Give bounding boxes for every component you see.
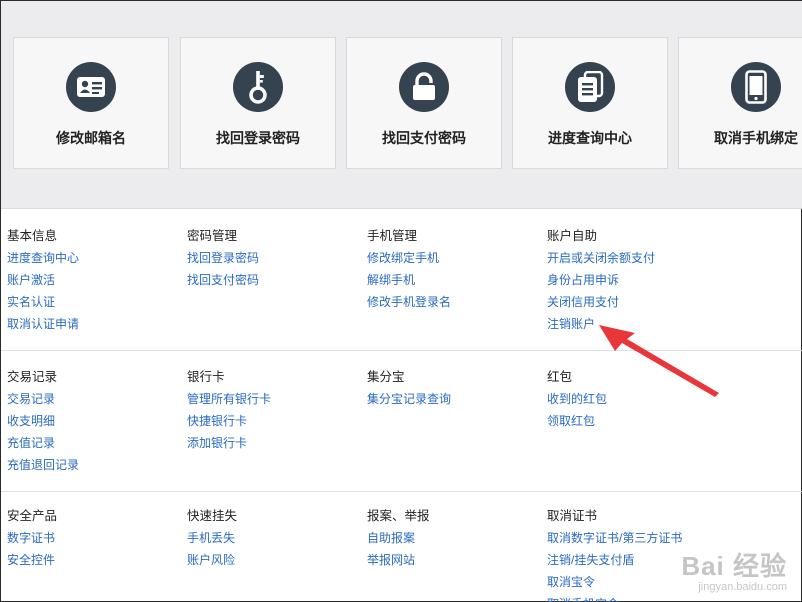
- id-card-icon: [66, 62, 116, 112]
- link-phone-lost[interactable]: 手机丢失: [187, 527, 367, 549]
- column-password: 密码管理 找回登录密码 找回支付密码: [187, 225, 367, 291]
- link-report-website[interactable]: 举报网站: [367, 549, 547, 571]
- card-label: 进度查询中心: [548, 130, 632, 146]
- column-title: 基本信息: [7, 229, 58, 243]
- link-add-bank-card[interactable]: 添加银行卡: [187, 432, 367, 454]
- column-bank-card: 银行卡 管理所有银行卡 快捷银行卡 添加银行卡: [187, 366, 367, 454]
- card-label: 修改邮箱名: [56, 130, 126, 146]
- link-recover-payment-password[interactable]: 找回支付密码: [187, 269, 367, 291]
- annotation-arrow-icon: [599, 325, 719, 397]
- watermark-url: jingyan.baidu.com: [698, 581, 787, 593]
- link-account-risk[interactable]: 账户风险: [187, 549, 367, 571]
- link-close-credit-payment[interactable]: 关闭信用支付: [547, 291, 727, 313]
- column-title: 集分宝: [367, 370, 405, 384]
- column-title: 手机管理: [367, 229, 418, 243]
- link-security-control[interactable]: 安全控件: [7, 549, 187, 571]
- quick-actions-band: 修改邮箱名 找回登录密码 找回支付密码 进度查询中心 取消手机绑定: [1, 1, 802, 209]
- column-title: 银行卡: [187, 370, 225, 384]
- card-recover-login-password[interactable]: 找回登录密码: [180, 37, 336, 169]
- column-title: 密码管理: [187, 229, 238, 243]
- link-transaction-records[interactable]: 交易记录: [7, 388, 187, 410]
- column-title: 安全产品: [7, 509, 58, 523]
- link-claim-red-packet[interactable]: 领取红包: [547, 410, 727, 432]
- link-digital-certificate[interactable]: 数字证书: [7, 527, 187, 549]
- column-title: 快速挂失: [187, 509, 238, 523]
- link-activate-account[interactable]: 账户激活: [7, 269, 187, 291]
- padlock-icon: [399, 62, 449, 112]
- link-identity-appeal[interactable]: 身份占用申诉: [547, 269, 727, 291]
- column-transactions: 交易记录 交易记录 收支明细 充值记录 充值退回记录: [7, 366, 187, 476]
- column-phone: 手机管理 修改绑定手机 解绑手机 修改手机登录名: [367, 225, 547, 313]
- link-manage-bank-cards[interactable]: 管理所有银行卡: [187, 388, 367, 410]
- card-progress-query[interactable]: 进度查询中心: [512, 37, 668, 169]
- link-income-expense[interactable]: 收支明细: [7, 410, 187, 432]
- link-self-report[interactable]: 自助报案: [367, 527, 547, 549]
- column-points: 集分宝 集分宝记录查询: [367, 366, 547, 410]
- link-recover-login-password[interactable]: 找回登录密码: [187, 247, 367, 269]
- link-modify-phone-login[interactable]: 修改手机登录名: [367, 291, 547, 313]
- baidu-jingyan-watermark: Bai 经验 jingyan.baidu.com: [681, 546, 787, 593]
- card-label: 取消手机绑定: [714, 130, 798, 146]
- column-title: 账户自助: [547, 229, 598, 243]
- link-quick-bank-card[interactable]: 快捷银行卡: [187, 410, 367, 432]
- card-recover-payment-password[interactable]: 找回支付密码: [346, 37, 502, 169]
- column-title: 报案、举报: [367, 509, 430, 523]
- documents-icon: [565, 62, 615, 112]
- link-recharge-records[interactable]: 充值记录: [7, 432, 187, 454]
- mobile-phone-icon: [731, 62, 781, 112]
- card-label: 找回登录密码: [216, 130, 300, 146]
- link-unbind-phone[interactable]: 解绑手机: [367, 269, 547, 291]
- column-report: 报案、举报 自助报案 举报网站: [367, 505, 547, 571]
- link-recharge-refund[interactable]: 充值退回记录: [7, 454, 187, 476]
- link-progress-query[interactable]: 进度查询中心: [7, 247, 187, 269]
- card-modify-email[interactable]: 修改邮箱名: [13, 37, 169, 169]
- watermark-brand: Bai 经验: [681, 551, 787, 581]
- link-cancel-auth[interactable]: 取消认证申请: [7, 313, 187, 335]
- column-basic-info: 基本信息 进度查询中心 账户激活 实名认证 取消认证申请: [7, 225, 187, 335]
- link-points-query[interactable]: 集分宝记录查询: [367, 388, 547, 410]
- column-title: 交易记录: [7, 370, 58, 384]
- column-security-products: 安全产品 数字证书 安全控件: [7, 505, 187, 571]
- card-label: 找回支付密码: [382, 130, 466, 146]
- link-real-name-auth[interactable]: 实名认证: [7, 291, 187, 313]
- link-cancel-phone-token[interactable]: 取消手机宝令: [547, 593, 727, 602]
- key-icon: [233, 62, 283, 112]
- link-modify-bound-phone[interactable]: 修改绑定手机: [367, 247, 547, 269]
- link-toggle-balance-payment[interactable]: 开启或关闭余额支付: [547, 247, 727, 269]
- column-quick-report-loss: 快速挂失 手机丢失 账户风险: [187, 505, 367, 571]
- card-cancel-phone-binding[interactable]: 取消手机绑定: [678, 37, 802, 169]
- column-title: 取消证书: [547, 509, 598, 523]
